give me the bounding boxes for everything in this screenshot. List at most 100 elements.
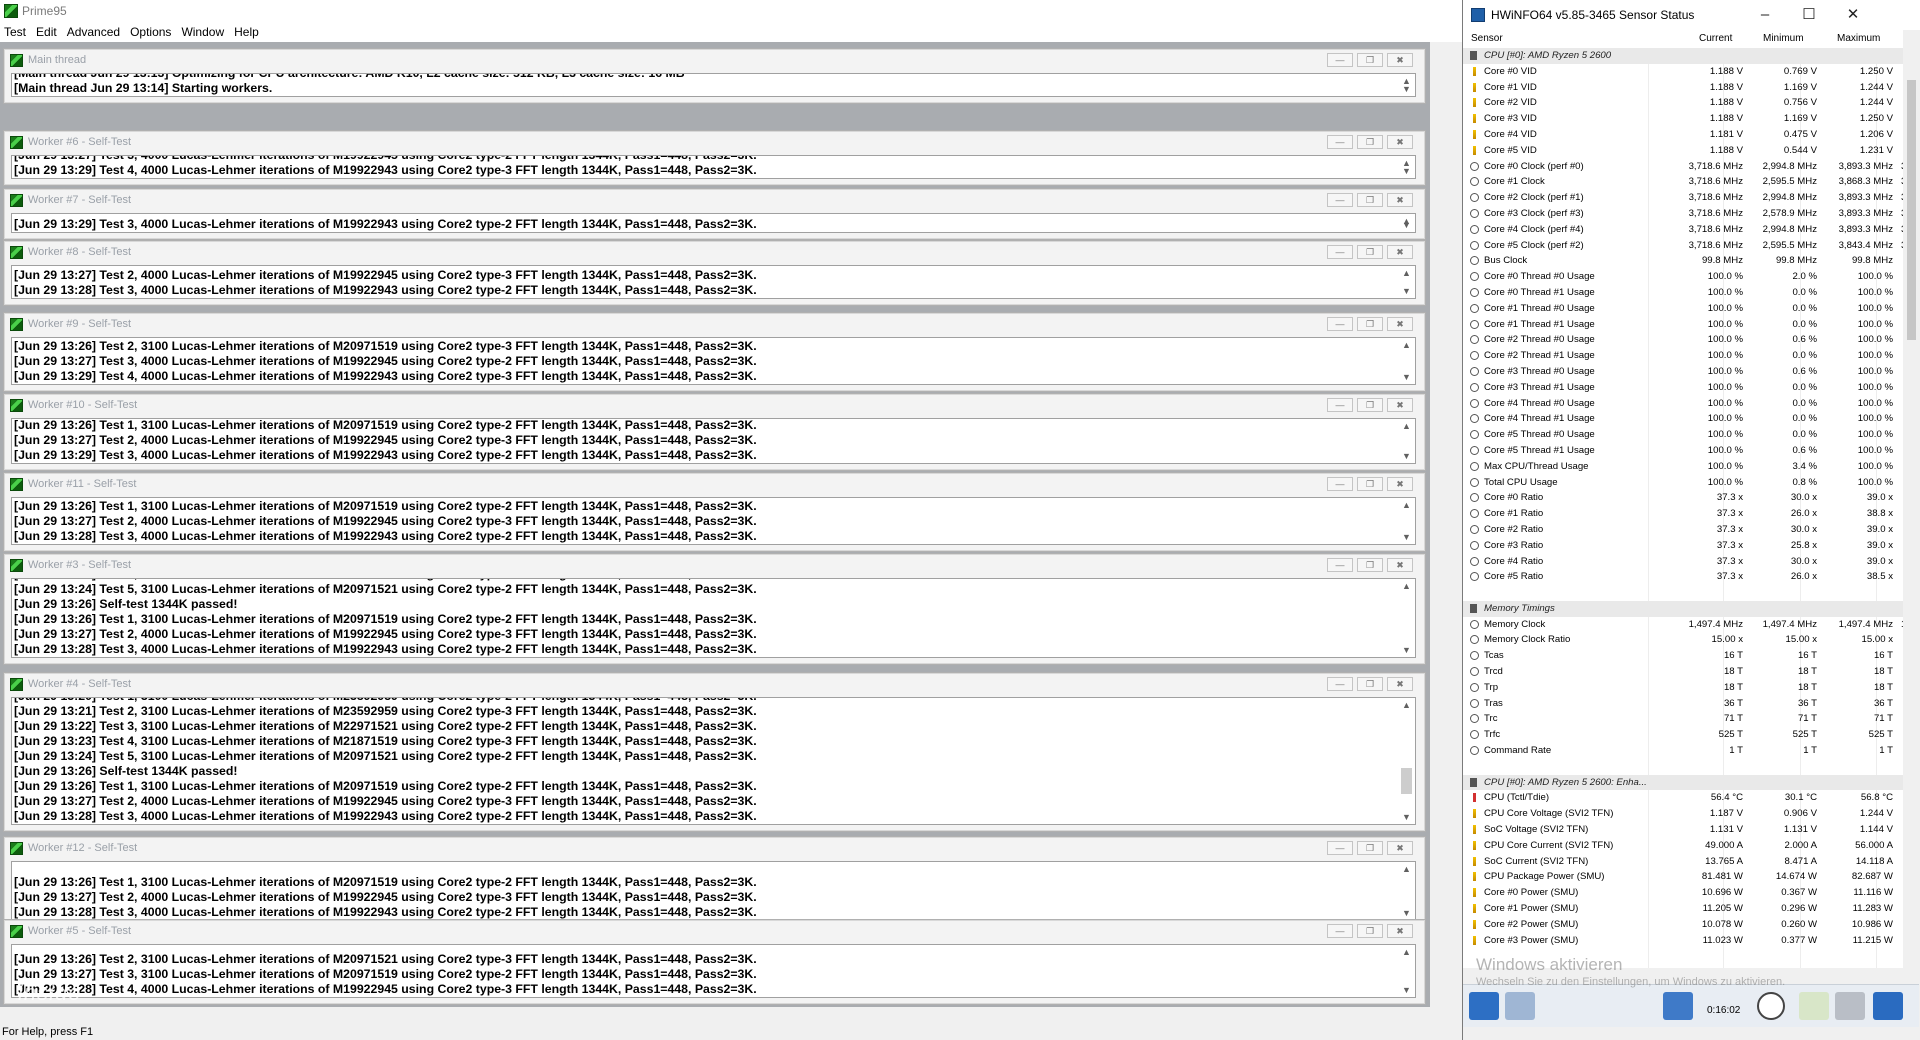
column-maximum[interactable]: Maximum <box>1837 33 1880 44</box>
sensor-row[interactable]: Total CPU Usage 100.0 % 0.8 % 100.0 % <box>1463 475 1903 491</box>
sensor-row[interactable]: Core #3 Ratio 37.3 x 25.8 x 39.0 x <box>1463 538 1903 554</box>
worker-log[interactable]: [Main thread Jun 29 13:13] Mersenne numb… <box>11 73 1416 97</box>
minimize-button[interactable]: – <box>1743 0 1787 30</box>
worker-window-titlebar[interactable]: Worker #11 - Self-Test — ❐ ✖ <box>4 473 1425 495</box>
minimize-button[interactable]: — <box>1327 317 1353 331</box>
sensor-row[interactable]: Tcas 16 T 16 T 16 T <box>1463 648 1903 664</box>
worker-window[interactable]: Worker #11 - Self-Test — ❐ ✖ [Jun 29 13:26] … <box>3 472 1426 552</box>
worker-window[interactable]: Worker #9 - Self-Test — ❐ ✖ [Jun 29 13:26] T… <box>3 312 1426 392</box>
menu-edit[interactable]: Edit <box>32 25 63 39</box>
sensor-group-header[interactable]: CPU [#0]: AMD Ryzen 5 2600: Enha... <box>1463 774 1903 791</box>
restore-button[interactable]: ❐ <box>1357 193 1383 207</box>
worker-window[interactable]: Main thread — ❐ ✖ [Main thread Jun 29 13:13]… <box>3 48 1426 104</box>
sensor-row[interactable]: Command Rate 1 T 1 T 1 T <box>1463 743 1903 759</box>
minimize-button[interactable]: — <box>1327 193 1353 207</box>
close-button[interactable]: ✖ <box>1387 193 1413 207</box>
worker-window[interactable]: Worker #7 - Self-Test — ❐ ✖ [Jun 29 13:29] T… <box>3 188 1426 240</box>
sensor-row[interactable]: Core #1 Ratio 37.3 x 26.0 x 38.8 x <box>1463 506 1903 522</box>
scrollbar-thumb[interactable] <box>1907 80 1916 340</box>
restore-button[interactable]: ❐ <box>1357 317 1383 331</box>
sensor-row[interactable]: Core #4 Thread #1 Usage 100.0 % 0.0 % 100.0… <box>1463 411 1903 427</box>
scroll-down-icon[interactable]: ▼ <box>1398 218 1415 232</box>
worker-window[interactable]: Worker #5 - Self-Test — ❐ ✖ [Jun 29 13:26] T… <box>3 919 1426 1005</box>
worker-log[interactable]: [Jun 29 13:27] Test 3, 4000 Lucas-Lehmer… <box>11 155 1416 179</box>
scroll-down-icon[interactable]: ▼ <box>1398 284 1415 298</box>
sensor-row[interactable]: Core #2 Power (SMU) 10.078 W 0.260 W 10.986… <box>1463 917 1903 933</box>
worker-log[interactable]: [Jun 29 13:27] Test 2, 4000 Lucas-Lehmer… <box>11 265 1416 299</box>
worker-window-titlebar[interactable]: Worker #8 - Self-Test — ❐ ✖ <box>4 241 1425 263</box>
sensor-row[interactable]: Core #4 Ratio 37.3 x 30.0 x 39.0 x <box>1463 554 1903 570</box>
minimize-button[interactable]: — <box>1327 477 1353 491</box>
sensor-row[interactable]: SoC Current (SVI2 TFN) 13.765 A 8.471 A 14.… <box>1463 854 1903 870</box>
network-icon[interactable] <box>1663 992 1693 1020</box>
worker-window-titlebar[interactable]: Worker #3 - Self-Test — ❐ ✖ <box>4 554 1425 576</box>
worker-log-scrollbar[interactable]: ▲ ▼ <box>1398 862 1415 920</box>
close-button[interactable]: ✖ <box>1387 677 1413 691</box>
minimize-button[interactable]: — <box>1327 245 1353 259</box>
scroll-down-icon[interactable]: ▼ <box>1398 164 1415 178</box>
sensor-row[interactable]: Memory Clock 1,497.4 MHz 1,497.4 MHz 1,497.… <box>1463 617 1903 633</box>
worker-log-scrollbar[interactable]: ▲ ▼ <box>1398 419 1415 463</box>
nav-skip-icon[interactable] <box>1505 992 1535 1020</box>
minimize-button[interactable]: — <box>1327 841 1353 855</box>
close-button[interactable]: ✖ <box>1387 477 1413 491</box>
scroll-down-icon[interactable]: ▼ <box>1398 449 1415 463</box>
close-x-icon[interactable] <box>1873 992 1903 1020</box>
sensor-row[interactable]: Core #0 Clock (perf #0) 3,718.6 MHz 2,994.… <box>1463 159 1903 175</box>
worker-window-titlebar[interactable]: Worker #7 - Self-Test — ❐ ✖ <box>4 189 1425 211</box>
worker-window-titlebar[interactable]: Worker #5 - Self-Test — ❐ ✖ <box>4 920 1425 942</box>
sensor-row[interactable]: Core #2 Thread #0 Usage 100.0 % 0.6 % 100.0… <box>1463 332 1903 348</box>
minimize-button[interactable]: — <box>1327 558 1353 572</box>
restore-button[interactable]: ❐ <box>1357 558 1383 572</box>
sensor-row[interactable]: Core #2 Ratio 37.3 x 30.0 x 39.0 x <box>1463 522 1903 538</box>
sensor-row[interactable]: Core #5 Thread #1 Usage 100.0 % 0.6 % 100.0… <box>1463 443 1903 459</box>
worker-log[interactable]: [Jun 29 13:26] Test 1, 3100 Lucas-Lehmer… <box>11 861 1416 921</box>
sensor-row[interactable]: Core #1 VID 1.188 V 1.169 V 1.244 V <box>1463 80 1903 96</box>
column-sensor[interactable]: Sensor <box>1471 33 1503 44</box>
sensor-row[interactable]: Core #3 Clock (perf #3) 3,718.6 MHz 2,578.… <box>1463 206 1903 222</box>
sensor-row[interactable]: Core #0 Thread #0 Usage 100.0 % 2.0 % 100.0… <box>1463 269 1903 285</box>
sensor-row[interactable]: Core #3 Thread #1 Usage 100.0 % 0.0 % 100.0… <box>1463 380 1903 396</box>
menu-advanced[interactable]: Advanced <box>63 25 126 39</box>
worker-log[interactable]: [Jun 29 13:29] Test 3, 4000 Lucas-Lehmer… <box>11 213 1416 233</box>
sensor-group-header[interactable]: Memory Timings <box>1463 600 1903 617</box>
worker-log[interactable]: [Jun 29 13:26] Test 2, 3100 Lucas-Lehmer… <box>11 337 1416 385</box>
scroll-up-icon[interactable]: ▲ <box>1398 945 1415 959</box>
scrollbar-thumb[interactable] <box>1401 768 1412 794</box>
close-button[interactable]: ✖ <box>1387 53 1413 67</box>
minimize-button[interactable]: — <box>1327 924 1353 938</box>
worker-log-scrollbar[interactable]: ▲ ▼ <box>1398 498 1415 544</box>
sensor-row[interactable]: CPU Core Voltage (SVI2 TFN) 1.187 V 0.906 … <box>1463 806 1903 822</box>
scroll-up-icon[interactable]: ▲ <box>1398 579 1415 593</box>
worker-log-scrollbar[interactable]: ▲ ▼ <box>1398 74 1415 96</box>
worker-window[interactable]: Worker #8 - Self-Test — ❐ ✖ [Jun 29 13:27] T… <box>3 240 1426 306</box>
restore-button[interactable]: ❐ <box>1357 398 1383 412</box>
worker-window[interactable]: Worker #6 - Self-Test — ❐ ✖ [Jun 29 13:27] T… <box>3 130 1426 186</box>
column-current[interactable]: Current <box>1699 33 1732 44</box>
sensor-row[interactable]: Tras 36 T 36 T 36 T <box>1463 696 1903 712</box>
close-button[interactable]: ✖ <box>1387 135 1413 149</box>
worker-window-titlebar[interactable]: Worker #4 - Self-Test — ❐ ✖ <box>4 673 1425 695</box>
sensor-row[interactable]: Core #1 Thread #0 Usage 100.0 % 0.0 % 100.0… <box>1463 301 1903 317</box>
sensor-row[interactable]: CPU (Tctl/Tdie) 56.4 °C 30.1 °C 56.8 °C <box>1463 790 1903 806</box>
restore-button[interactable]: ❐ <box>1357 841 1383 855</box>
menu-options[interactable]: Options <box>126 25 177 39</box>
sensor-row[interactable]: Max CPU/Thread Usage 100.0 % 3.4 % 100.0 % <box>1463 459 1903 475</box>
sensor-row[interactable]: Trcd 18 T 18 T 18 T <box>1463 664 1903 680</box>
sensor-row[interactable]: Core #2 Thread #1 Usage 100.0 % 0.0 % 100.0… <box>1463 348 1903 364</box>
sensor-row[interactable]: Core #1 Power (SMU) 11.205 W 0.296 W 11.283… <box>1463 901 1903 917</box>
sensor-row[interactable]: Core #2 Clock (perf #1) 3,718.6 MHz 2,994.… <box>1463 190 1903 206</box>
settings-gear-icon[interactable] <box>1835 992 1865 1020</box>
worker-log-scrollbar[interactable]: ▲ ▼ <box>1398 338 1415 384</box>
worker-log[interactable]: [Jun 29 13:26] Test 1, 3100 Lucas-Lehmer… <box>11 418 1416 464</box>
worker-log-scrollbar[interactable]: ▲ ▼ <box>1398 156 1415 178</box>
minimize-button[interactable]: — <box>1327 53 1353 67</box>
worker-window[interactable]: Worker #10 - Self-Test — ❐ ✖ [Jun 29 13:26] … <box>3 393 1426 471</box>
sensor-row[interactable]: Core #4 VID 1.181 V 0.475 V 1.206 V <box>1463 127 1903 143</box>
column-minimum[interactable]: Minimum <box>1763 33 1804 44</box>
worker-window-titlebar[interactable]: Worker #10 - Self-Test — ❐ ✖ <box>4 394 1425 416</box>
menu-window[interactable]: Window <box>177 25 230 39</box>
scroll-down-icon[interactable]: ▼ <box>1398 82 1415 96</box>
worker-window-titlebar[interactable]: Worker #12 - Self-Test — ❐ ✖ <box>4 837 1425 859</box>
scroll-down-icon[interactable]: ▼ <box>1398 643 1415 657</box>
